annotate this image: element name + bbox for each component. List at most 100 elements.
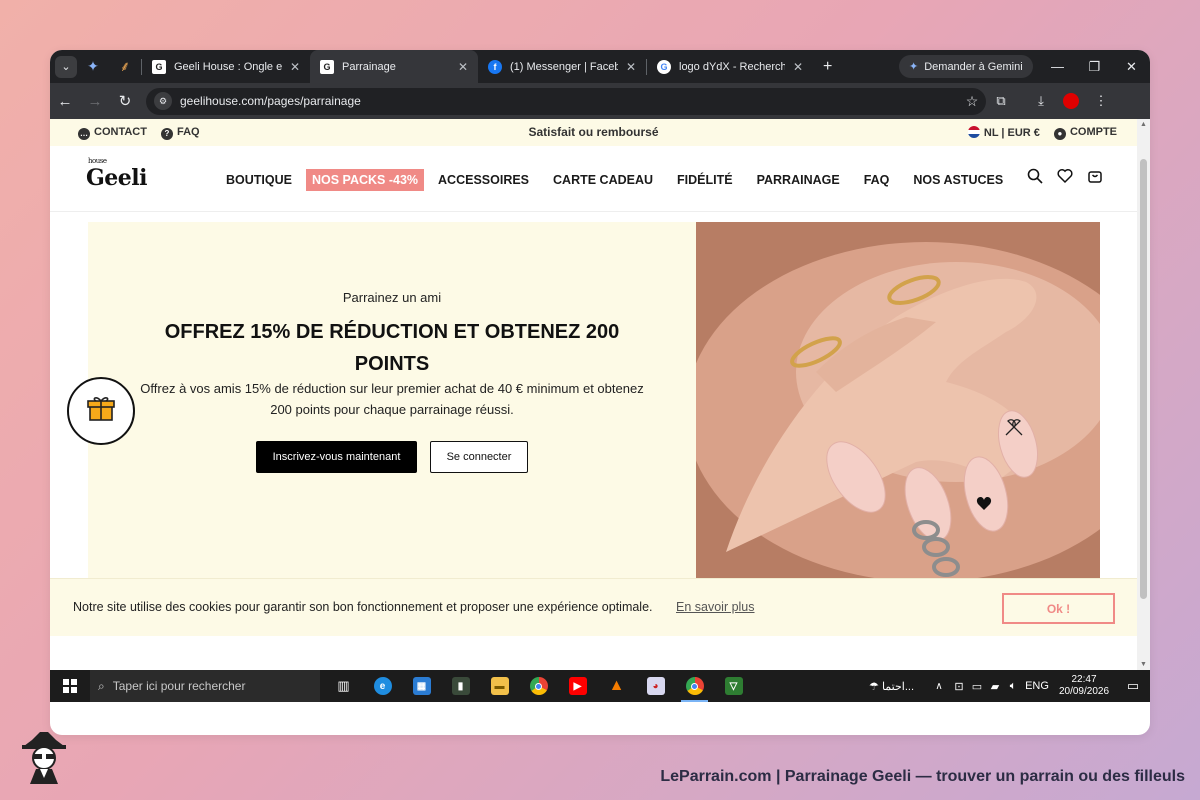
tab-geeli-house[interactable]: G Geeli House : Ongle en gel ✕ xyxy=(142,50,310,83)
display-icon[interactable]: ▭ xyxy=(968,680,986,693)
restore-icon[interactable]: ❐ xyxy=(1076,50,1113,83)
announcement-bar: … CONTACT ? FAQ Satisfait ou remboursé NL … xyxy=(50,119,1137,146)
system-tray: ☂ احتما... ∧ ⊡ ▭ ▰ 🔈︎ ENG 22:47 20/09/20… xyxy=(869,670,1150,702)
scrollbar-thumb[interactable] xyxy=(1140,159,1147,599)
profile-avatar[interactable] xyxy=(1056,83,1086,119)
edge-icon[interactable]: e xyxy=(363,670,402,702)
geeli-logo[interactable]: house Geeli xyxy=(86,157,148,191)
cookie-accept-button[interactable]: Ok ! xyxy=(1002,593,1115,624)
close-icon[interactable]: ✕ xyxy=(458,60,468,74)
show-hidden-icons-chevron[interactable]: ∧ xyxy=(928,681,950,692)
geeli-favicon-icon: G xyxy=(152,59,166,74)
windows-start-icon[interactable] xyxy=(50,670,90,702)
clock[interactable]: 22:47 20/09/2026 xyxy=(1052,674,1116,698)
tab-google-search[interactable]: G logo dYdX - Recherche Google ✕ xyxy=(647,50,813,83)
main-navigation: house Geeli BOUTIQUE NOS PACKS -43% ACCE… xyxy=(50,146,1137,212)
pinned-tab-gemini[interactable]: ✦ xyxy=(77,50,109,83)
account-link[interactable]: ● COMPTE xyxy=(1053,126,1117,140)
leparrain-mascot-logo xyxy=(18,728,70,784)
cookie-learn-more-link[interactable]: En savoir plus xyxy=(676,600,755,614)
locale-selector[interactable]: NL | EUR € xyxy=(967,126,1040,139)
clock-time: 22:47 xyxy=(1071,674,1097,685)
language-indicator[interactable]: ENG xyxy=(1022,680,1052,692)
vpn-app-icon[interactable]: ▽ xyxy=(714,670,753,702)
forward-arrow-icon[interactable]: → xyxy=(80,83,110,119)
site-info-icon[interactable]: ⚙ xyxy=(154,92,172,110)
battery-icon[interactable]: ▰ xyxy=(986,680,1004,693)
nav-faq[interactable]: FAQ xyxy=(864,173,890,187)
cart-bag-icon[interactable] xyxy=(1087,168,1103,189)
store-icon[interactable]: ▦ xyxy=(402,670,441,702)
paint-icon[interactable]: ◕ xyxy=(636,670,675,702)
audio-app-icon[interactable]: ▮ xyxy=(441,670,480,702)
window-close-icon[interactable]: ✕ xyxy=(1113,50,1150,83)
tab-search-button[interactable]: ⌄ xyxy=(55,55,77,78)
bookmark-star-icon[interactable]: ☆ xyxy=(958,93,986,110)
youtube-icon[interactable]: ▶ xyxy=(558,670,597,702)
nav-accessoires[interactable]: ACCESSOIRES xyxy=(438,173,529,187)
tab-parrainage[interactable]: G Parrainage ✕ xyxy=(310,50,478,83)
chrome-active-icon[interactable] xyxy=(675,670,714,702)
scroll-down-icon[interactable]: ▼ xyxy=(1140,661,1147,668)
pinned-tab-2[interactable]: ⸙ xyxy=(109,50,141,83)
volume-icon[interactable]: 🔈︎ xyxy=(1004,680,1022,693)
notification-icon[interactable]: ▭ xyxy=(1116,678,1150,694)
menu-kebab-icon[interactable]: ⋮ xyxy=(1086,83,1116,119)
nav-parrainage[interactable]: PARRAINAGE xyxy=(757,173,840,187)
weather-label: احتما... xyxy=(881,680,914,693)
tab-messenger[interactable]: f (1) Messenger | Facebook ✕ xyxy=(478,50,646,83)
umbrella-icon: ☂ xyxy=(869,680,879,693)
page-scrollbar[interactable]: ▲ ▼ xyxy=(1137,119,1150,670)
gemini-icon: ✦ xyxy=(87,58,99,74)
scroll-up-icon[interactable]: ▲ xyxy=(1140,121,1147,128)
vlc-icon[interactable]: ▲ xyxy=(597,670,636,702)
account-label: COMPTE xyxy=(1069,126,1117,138)
taskbar-search-box[interactable]: ⌕ Taper ici pour rechercher xyxy=(90,670,320,702)
cookie-banner: Notre site utilise des cookies pour gara… xyxy=(50,578,1137,636)
login-button[interactable]: Se connecter xyxy=(430,441,528,473)
web-page: … CONTACT ? FAQ Satisfait ou remboursé NL … xyxy=(50,119,1137,670)
close-icon[interactable]: ✕ xyxy=(793,60,803,74)
taskbar-search-placeholder: Taper ici pour rechercher xyxy=(112,679,246,693)
geeli-favicon-icon: G xyxy=(320,59,334,74)
search-icon[interactable] xyxy=(1027,168,1043,189)
chrome-icon[interactable] xyxy=(519,670,558,702)
window-controls: — ❐ ✕ xyxy=(1039,50,1150,83)
footer-caption: LeParrain.com | Parrainage Geeli — trouv… xyxy=(660,768,1185,785)
back-arrow-icon[interactable]: ← xyxy=(50,83,80,119)
network-icon[interactable]: ⊡ xyxy=(950,680,968,693)
nav-carte-cadeau[interactable]: CARTE CADEAU xyxy=(553,173,653,187)
tab-title: Parrainage xyxy=(342,60,396,73)
wishlist-heart-icon[interactable] xyxy=(1057,168,1073,189)
nav-nos-astuces[interactable]: NOS ASTUCES xyxy=(913,173,1003,187)
ask-gemini-button[interactable]: ✦ Demander à Gemini xyxy=(899,55,1033,78)
file-explorer-icon[interactable]: ▬ xyxy=(480,670,519,702)
signup-button[interactable]: Inscrivez-vous maintenant xyxy=(256,441,417,473)
close-icon[interactable]: ✕ xyxy=(290,60,300,74)
address-bar[interactable]: ⚙ geelihouse.com/pages/parrainage ☆ xyxy=(146,87,986,115)
cookie-message: Notre site utilise des cookies pour gara… xyxy=(73,600,653,614)
reload-icon[interactable]: ↻ xyxy=(110,83,140,119)
user-icon: ● xyxy=(1053,127,1066,140)
nav-boutique[interactable]: BOUTIQUE xyxy=(226,173,292,187)
weather-widget[interactable]: ☂ احتما... xyxy=(869,680,914,693)
extensions-icon[interactable]: ⧉ xyxy=(986,83,1016,119)
referral-hero: Parrainez un ami OFFREZ 15% DE RÉDUCTION… xyxy=(88,222,1100,578)
netherlands-flag-icon xyxy=(967,126,980,139)
rewards-gift-button[interactable] xyxy=(67,377,135,445)
tab-title: logo dYdX - Recherche Google xyxy=(679,60,785,73)
hero-eyebrow: Parrainez un ami xyxy=(342,290,442,305)
minimize-icon[interactable]: — xyxy=(1039,50,1076,83)
google-icon: G xyxy=(657,59,671,74)
gemini-icon: ✦ xyxy=(909,61,919,73)
nav-fidelite[interactable]: FIDÉLITÉ xyxy=(677,173,733,187)
facebook-icon: f xyxy=(488,59,502,74)
download-icon[interactable]: ⤓ xyxy=(1026,83,1056,119)
ask-gemini-label: Demander à Gemini xyxy=(924,60,1023,73)
hand-manicure-photo xyxy=(696,222,1100,578)
nav-nos-packs[interactable]: NOS PACKS -43% xyxy=(305,169,425,191)
close-icon[interactable]: ✕ xyxy=(626,60,636,74)
brush-icon: ⸙ xyxy=(119,58,131,74)
new-tab-plus-icon[interactable]: + xyxy=(823,58,832,76)
task-view-icon[interactable]: ▥ xyxy=(324,670,363,702)
